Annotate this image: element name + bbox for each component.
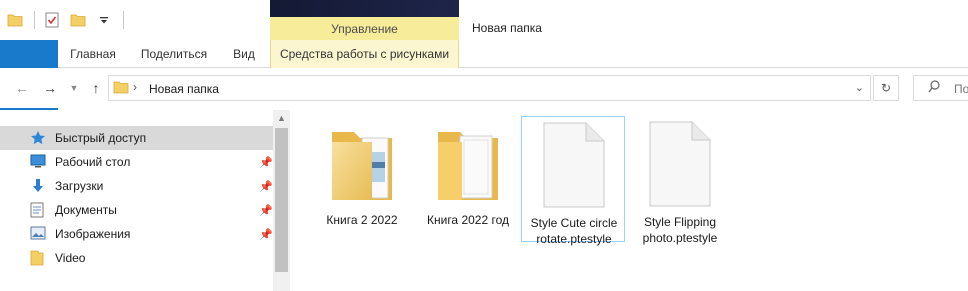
nav-item-label: Загрузки [55,179,104,193]
properties-icon[interactable] [43,11,61,29]
scroll-thumb[interactable] [275,128,288,272]
folder-icon [434,118,502,208]
file-name: Книга 2 2022 [310,212,414,228]
navigation-pane: Быстрый доступ Рабочий стол 📌 Загрузки 📌… [0,110,273,291]
nav-item-label: Video [55,251,86,265]
quick-access-toolbar [0,0,270,40]
file-item[interactable]: Style Flipping photo.ptestyle [628,116,732,245]
nav-scrollbar[interactable]: ▲ [273,110,290,291]
refresh-icon: ↻ [880,81,892,95]
search-input[interactable]: По [913,75,968,101]
window-title: Новая папка [472,21,542,35]
contextual-tab-manage: Управление [270,17,459,40]
folder-icon [113,80,129,97]
file-item-selected[interactable]: Style Cute circle rotate.ptestyle [521,116,625,246]
file-name: Style Cute circle rotate.ptestyle [522,215,626,247]
tab-view[interactable]: Вид [222,40,266,68]
document-icon [646,120,714,210]
download-icon [30,178,48,194]
folder-icon[interactable] [6,11,24,29]
arrow-left-icon: ← [15,80,29,96]
nav-item-documents[interactable]: Документы 📌 [0,198,273,222]
file-name-line: Style Flipping [643,215,717,229]
new-folder-icon[interactable] [69,11,87,29]
nav-item-video[interactable]: Video [0,246,273,270]
tab-picture-tools[interactable]: Средства работы с рисунками [270,40,459,68]
nav-item-pictures[interactable]: Изображения 📌 [0,222,273,246]
folder-icon [328,118,396,208]
back-button[interactable]: ← [12,78,32,98]
document-icon [540,121,608,211]
address-row: ← → ▼ ↑ › Новая папка ⌄ ↻ По [0,68,968,108]
address-dropdown-icon[interactable]: ⌄ [855,81,864,94]
arrow-up-icon: ↑ [92,80,100,96]
star-icon [30,130,48,146]
arrow-right-icon: → [43,80,57,96]
file-name: Style Flipping photo.ptestyle [628,214,732,246]
chevron-right-icon[interactable]: › [133,80,137,94]
search-placeholder: По [954,82,968,96]
recent-locations-button[interactable]: ▼ [64,78,84,98]
forward-button[interactable]: → [40,78,60,98]
folder-item[interactable]: Книга 2022 год [416,114,520,240]
file-name: Книга 2022 год [416,212,520,228]
nav-item-quick-access[interactable]: Быстрый доступ [0,126,273,150]
documents-icon [30,202,48,218]
breadcrumb-current[interactable]: Новая папка [149,82,219,96]
address-bar[interactable]: › Новая папка ⌄ [108,75,871,101]
pin-icon[interactable]: 📌 [259,228,273,241]
file-explorer-window: Управление Новая папка Файл Главная Поде… [0,0,968,291]
pin-icon[interactable]: 📌 [259,204,273,217]
nav-item-label: Рабочий стол [55,155,131,169]
scroll-up-icon[interactable]: ▲ [277,113,286,123]
file-name-line: Книга 2022 год [427,213,509,227]
pin-icon[interactable]: 📌 [259,156,273,169]
customize-dropdown-icon[interactable] [95,11,113,29]
file-name-line: rotate.ptestyle [536,232,612,246]
up-button[interactable]: ↑ [86,78,106,98]
nav-item-label: Быстрый доступ [55,131,147,145]
nav-item-label: Изображения [55,227,131,241]
tab-share[interactable]: Поделиться [130,40,218,68]
tab-home[interactable]: Главная [60,40,126,68]
nav-item-desktop[interactable]: Рабочий стол 📌 [0,150,273,174]
qat-separator [123,11,124,29]
file-list: Книга 2 2022 Книга 2022 год Style Cute c… [290,110,968,291]
qat-separator [34,11,35,29]
refresh-button[interactable]: ↻ [873,75,899,101]
pictures-icon [30,226,48,242]
file-name-line: photo.ptestyle [642,231,718,245]
folder-item[interactable]: Книга 2 2022 [310,114,414,240]
chevron-down-icon: ▼ [69,83,79,93]
desktop-icon [30,154,48,170]
ribbon-tabs: Файл Главная Поделиться Вид Средства раб… [0,40,968,166]
file-name-line: Style Cute circle [530,216,618,230]
folder-icon [30,250,48,266]
search-icon [928,80,940,97]
nav-item-label: Документы [55,203,117,217]
file-name-line: Книга 2 2022 [326,213,398,227]
nav-item-downloads[interactable]: Загрузки 📌 [0,174,273,198]
pin-icon[interactable]: 📌 [259,180,273,193]
